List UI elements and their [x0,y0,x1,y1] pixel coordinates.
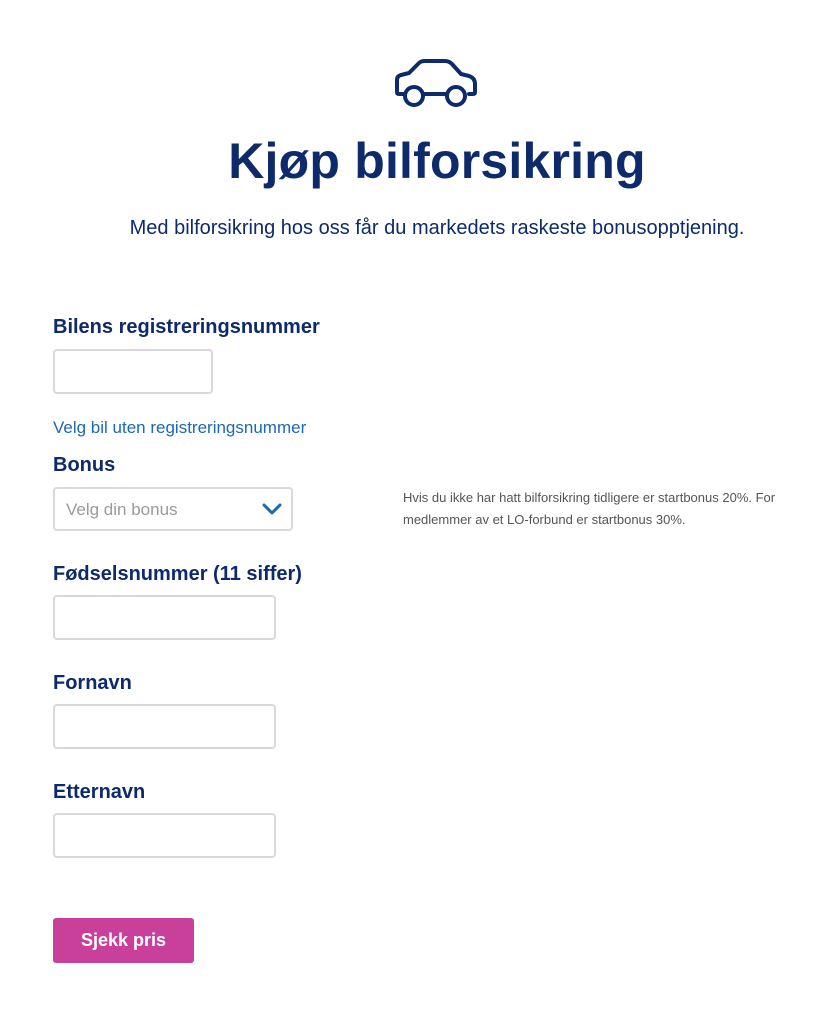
intro-text: Med bilforsikring hos oss får du markede… [129,217,745,239]
car-icon [395,59,477,107]
first-name-label: Fornavn [53,672,132,694]
bonus-help-text: Hvis du ikke har hatt bilforsikring tidl… [403,490,776,527]
bonus-select-value: Velg din bonus [66,500,178,519]
registration-label: Bilens registreringsnummer [53,316,320,338]
bonus-label: Bonus [53,454,116,476]
page-title: Kjøp bilforsikring [228,133,646,189]
birth-number-label: Fødselsnummer (11 siffer) [53,563,302,585]
bonus-select[interactable]: Velg din bonus [53,487,293,531]
birth-number-input[interactable] [53,595,276,640]
last-name-label: Etternavn [53,781,146,803]
no-registration-link[interactable]: Velg bil uten registreringsnummer [53,418,306,438]
first-name-input[interactable] [53,704,276,749]
chevron-down-icon [262,503,282,515]
check-price-button[interactable]: Sjekk pris [53,918,194,963]
last-name-input[interactable] [53,813,276,858]
registration-input[interactable] [53,349,213,394]
